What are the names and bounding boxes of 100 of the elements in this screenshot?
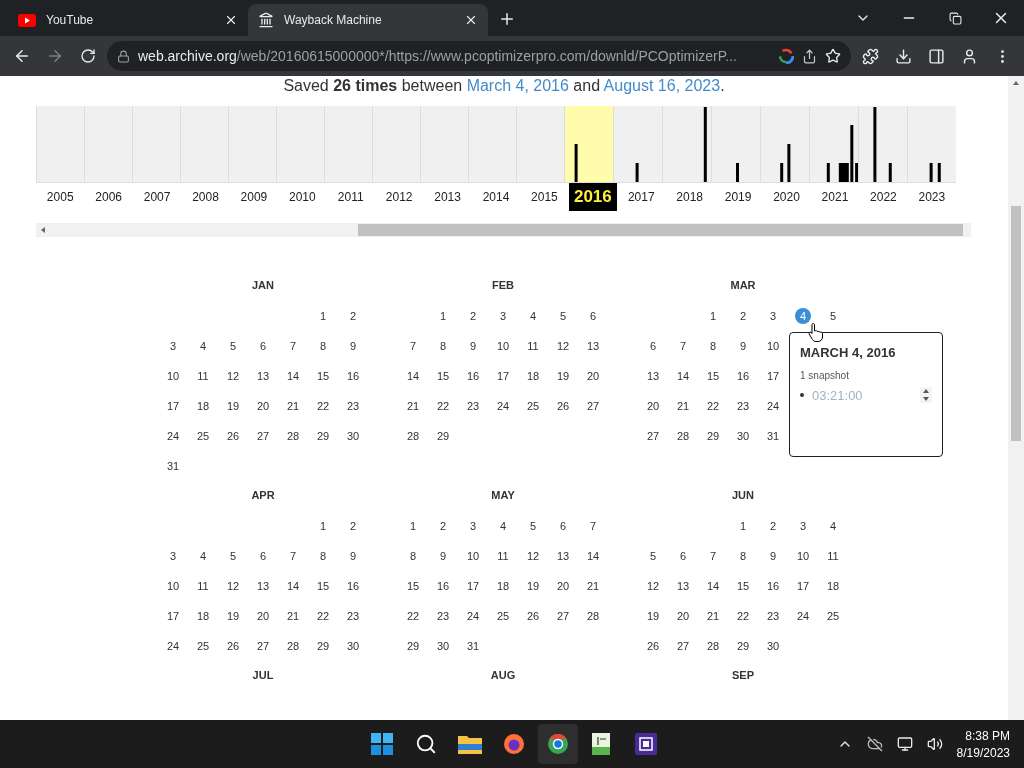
calendar-day: 27 [248, 421, 278, 451]
left-arrow-icon[interactable] [40, 227, 46, 233]
calendar-day: 8 [398, 541, 428, 571]
calendar-day: 20 [668, 601, 698, 631]
calendar-day: 9 [728, 331, 758, 361]
calendar-day: 12 [218, 571, 248, 601]
cloud-off-icon[interactable] [866, 736, 883, 752]
year-label[interactable]: 2006 [84, 183, 133, 211]
close-icon[interactable] [464, 13, 478, 27]
new-tab-icon[interactable] [498, 10, 516, 28]
year-label[interactable]: 2020 [762, 183, 811, 211]
first-capture-link[interactable]: March 4, 2016 [466, 77, 569, 94]
calendar-day: 3 [458, 511, 488, 541]
calendar-day: 24 [458, 601, 488, 631]
calendar-day: 2 [458, 301, 488, 331]
calendar-day: 27 [668, 631, 698, 661]
year-column[interactable] [564, 106, 613, 182]
calendar-day: 13 [638, 361, 668, 391]
capture-bar [888, 163, 892, 182]
last-capture-link[interactable]: August 16, 2023 [603, 77, 721, 94]
calendar-day: 3 [488, 301, 518, 331]
calendar-day: 11 [818, 541, 848, 571]
calendar-day: 19 [218, 391, 248, 421]
calendar-day: 24 [788, 601, 818, 631]
year-label[interactable]: 2015 [520, 183, 569, 211]
calendar-day: 15 [728, 571, 758, 601]
address-bar[interactable]: web.archive.org/web/20160615000000*/https://www.pcoptimizerpro.com/downld/PCOptimizerP... [107, 41, 851, 71]
calendar-day: 25 [188, 421, 218, 451]
vertical-scrollbar[interactable] [1008, 76, 1024, 720]
year-label[interactable]: 2009 [229, 183, 279, 211]
horizontal-scrollbar[interactable] [36, 223, 971, 237]
year-label[interactable]: 2008 [181, 183, 230, 211]
year-column[interactable] [809, 106, 858, 182]
scroll-arrows-icon[interactable] [920, 387, 932, 403]
up-arrow-icon[interactable] [1013, 80, 1019, 86]
calendar-day: 31 [458, 631, 488, 661]
calendar-day: 12 [548, 331, 578, 361]
calendar-day: 23 [758, 601, 788, 631]
calendar-day: 22 [698, 391, 728, 421]
calendar-day: 17 [758, 361, 788, 391]
calendar-day: 10 [758, 331, 788, 361]
year-label[interactable]: 2005 [36, 183, 85, 211]
year-label[interactable]: 2014 [471, 183, 521, 211]
year-label[interactable]: 2019 [713, 183, 763, 211]
capture-bar [937, 163, 941, 182]
year-label[interactable]: 2007 [132, 183, 182, 211]
browser-tab[interactable]: YouTube [8, 4, 248, 36]
calendar-day: 27 [248, 631, 278, 661]
calendar-day: 7 [398, 331, 428, 361]
year-label[interactable]: 2016 [568, 183, 618, 211]
calendar-day: 30 [428, 631, 458, 661]
year-label[interactable]: 2012 [374, 183, 424, 211]
calendar-day: 3 [158, 541, 188, 571]
calendar-day: 5 [818, 301, 848, 331]
calendar-day: 21 [668, 391, 698, 421]
year-label[interactable]: 2021 [810, 183, 860, 211]
calendar-day: 14 [578, 541, 608, 571]
close-icon[interactable] [224, 13, 238, 27]
scroll-thumb[interactable] [1011, 206, 1021, 441]
summary-text: Saved 26 times between March 4, 2016 and August 16, 2023. [282, 76, 726, 96]
calendar-day: 19 [548, 361, 578, 391]
calendar-day: 5 [638, 541, 668, 571]
calendar-day: 6 [638, 331, 668, 361]
scroll-thumb[interactable] [358, 224, 963, 236]
calendar-day: 20 [578, 361, 608, 391]
calendar-day: 30 [338, 631, 368, 661]
month-name: AUG [489, 668, 517, 683]
year-label[interactable]: 2013 [423, 183, 472, 211]
calendar-day: 26 [218, 421, 248, 451]
calendar-day: 26 [638, 631, 668, 661]
calendar-day: 21 [278, 601, 308, 631]
calendar-day: 26 [548, 391, 578, 421]
calendar-day: 28 [278, 421, 308, 451]
year-label[interactable]: 2017 [617, 183, 666, 211]
year-label[interactable]: 2018 [665, 183, 714, 211]
year-label[interactable]: 2023 [907, 183, 956, 211]
calendar-day: 1 [308, 511, 338, 541]
share-icon[interactable] [802, 48, 817, 64]
calendar-day: 4 [818, 511, 848, 541]
snapshot-count: 1 snapshot [800, 370, 850, 381]
year-label[interactable]: 2011 [326, 183, 375, 211]
calendar-day: 4 [188, 541, 218, 571]
star-icon[interactable] [825, 48, 841, 64]
capture-bar [635, 163, 639, 182]
calendar-day: 24 [158, 421, 188, 451]
year-label[interactable]: 2022 [859, 183, 908, 211]
calendar-day: 14 [668, 361, 698, 391]
calendar-day: 1 [398, 511, 428, 541]
year-label[interactable]: 2010 [278, 183, 327, 211]
calendar-day: 23 [338, 601, 368, 631]
calendar-day: 27 [578, 391, 608, 421]
calendar-day: 14 [278, 361, 308, 391]
clock[interactable]: 8:38 PM 8/19/2023 [956, 728, 1010, 760]
volume-icon[interactable] [926, 736, 943, 752]
browser-tab[interactable]: Wayback Machine [248, 4, 488, 36]
month-name: JAN [251, 278, 275, 293]
monitor-icon[interactable] [896, 736, 913, 752]
calendar-day: 7 [278, 331, 308, 361]
calendar-day: 24 [758, 391, 788, 421]
calendar-day: 1 [728, 511, 758, 541]
